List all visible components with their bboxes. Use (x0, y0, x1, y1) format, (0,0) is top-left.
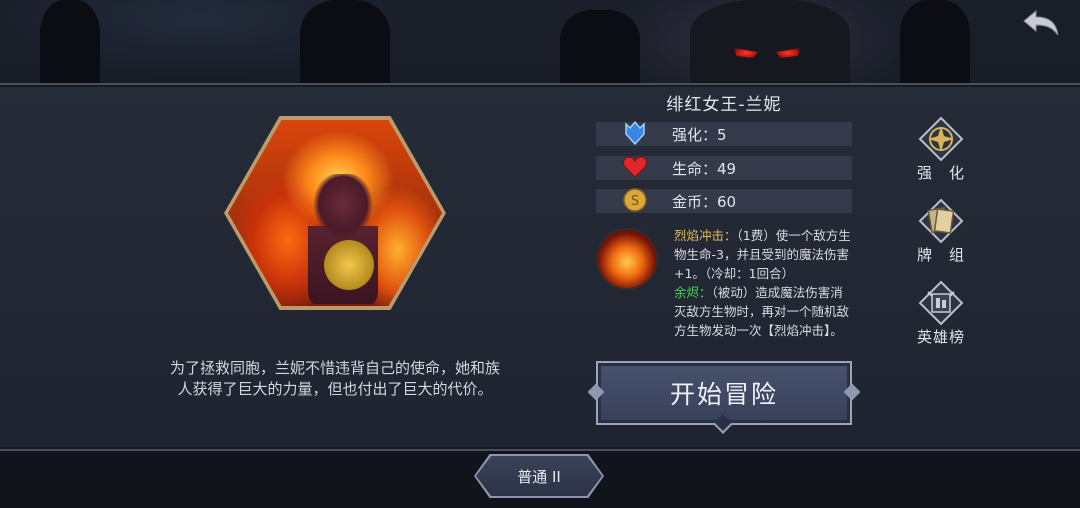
coin-icon: S (620, 185, 650, 215)
red-eyes (732, 44, 802, 64)
stat-row-enhance: 强化：5 (596, 120, 852, 146)
heart-icon (620, 152, 650, 182)
stat-gold: 金币：60 (672, 192, 737, 211)
shield-icon (620, 118, 650, 148)
tree-silhouette (300, 0, 390, 83)
skill-name-flame-impact: 烈焰冲击： (674, 228, 737, 243)
upgrade-label: 强 化 (916, 164, 965, 182)
stat-row-health: 生命：49 (596, 156, 852, 180)
start-adventure-label: 开始冒险 (669, 380, 778, 409)
leaderboard-label: 英雄榜 (916, 328, 965, 346)
stat-enhance: 强化：5 (672, 125, 727, 144)
difficulty-selector[interactable]: 普通 II (474, 454, 604, 498)
start-adventure-button[interactable]: 开始冒险 (587, 361, 861, 434)
tree-silhouette (560, 10, 640, 83)
upgrade-button[interactable]: 强 化 (904, 112, 978, 192)
hero-name: 绯红女王-兰妮 (666, 95, 782, 115)
fireball-icon (596, 228, 658, 290)
upgrade-icon (914, 112, 968, 166)
stat-row-gold: S 金币：60 (596, 188, 852, 213)
leaderboard-icon (914, 276, 968, 330)
svg-text:S: S (631, 194, 639, 209)
hero-description: 为了拯救同胞，兰妮不惜违背自己的使命，她和族人获得了巨大的力量，但也付出了巨大的… (169, 359, 500, 398)
stat-health: 生命：49 (672, 159, 737, 178)
back-button[interactable] (1020, 6, 1062, 40)
monster-silhouette (690, 0, 850, 83)
skill-name-ember: 余烬： (674, 285, 712, 300)
back-arrow-icon (1023, 9, 1059, 36)
tree-silhouette (900, 0, 970, 83)
difficulty-label: 普通 II (517, 468, 561, 486)
tree-silhouette (40, 0, 100, 83)
deck-button[interactable]: 牌 组 (904, 194, 978, 274)
deck-label: 牌 组 (916, 246, 965, 264)
cards-icon (914, 194, 968, 248)
skill-description: 烈焰冲击：（1费）使一个敌方生物生命-3，并且受到的魔法伤害+1。（冷却：1回合… (674, 226, 854, 340)
leaderboard-button[interactable]: 英雄榜 (904, 276, 978, 356)
